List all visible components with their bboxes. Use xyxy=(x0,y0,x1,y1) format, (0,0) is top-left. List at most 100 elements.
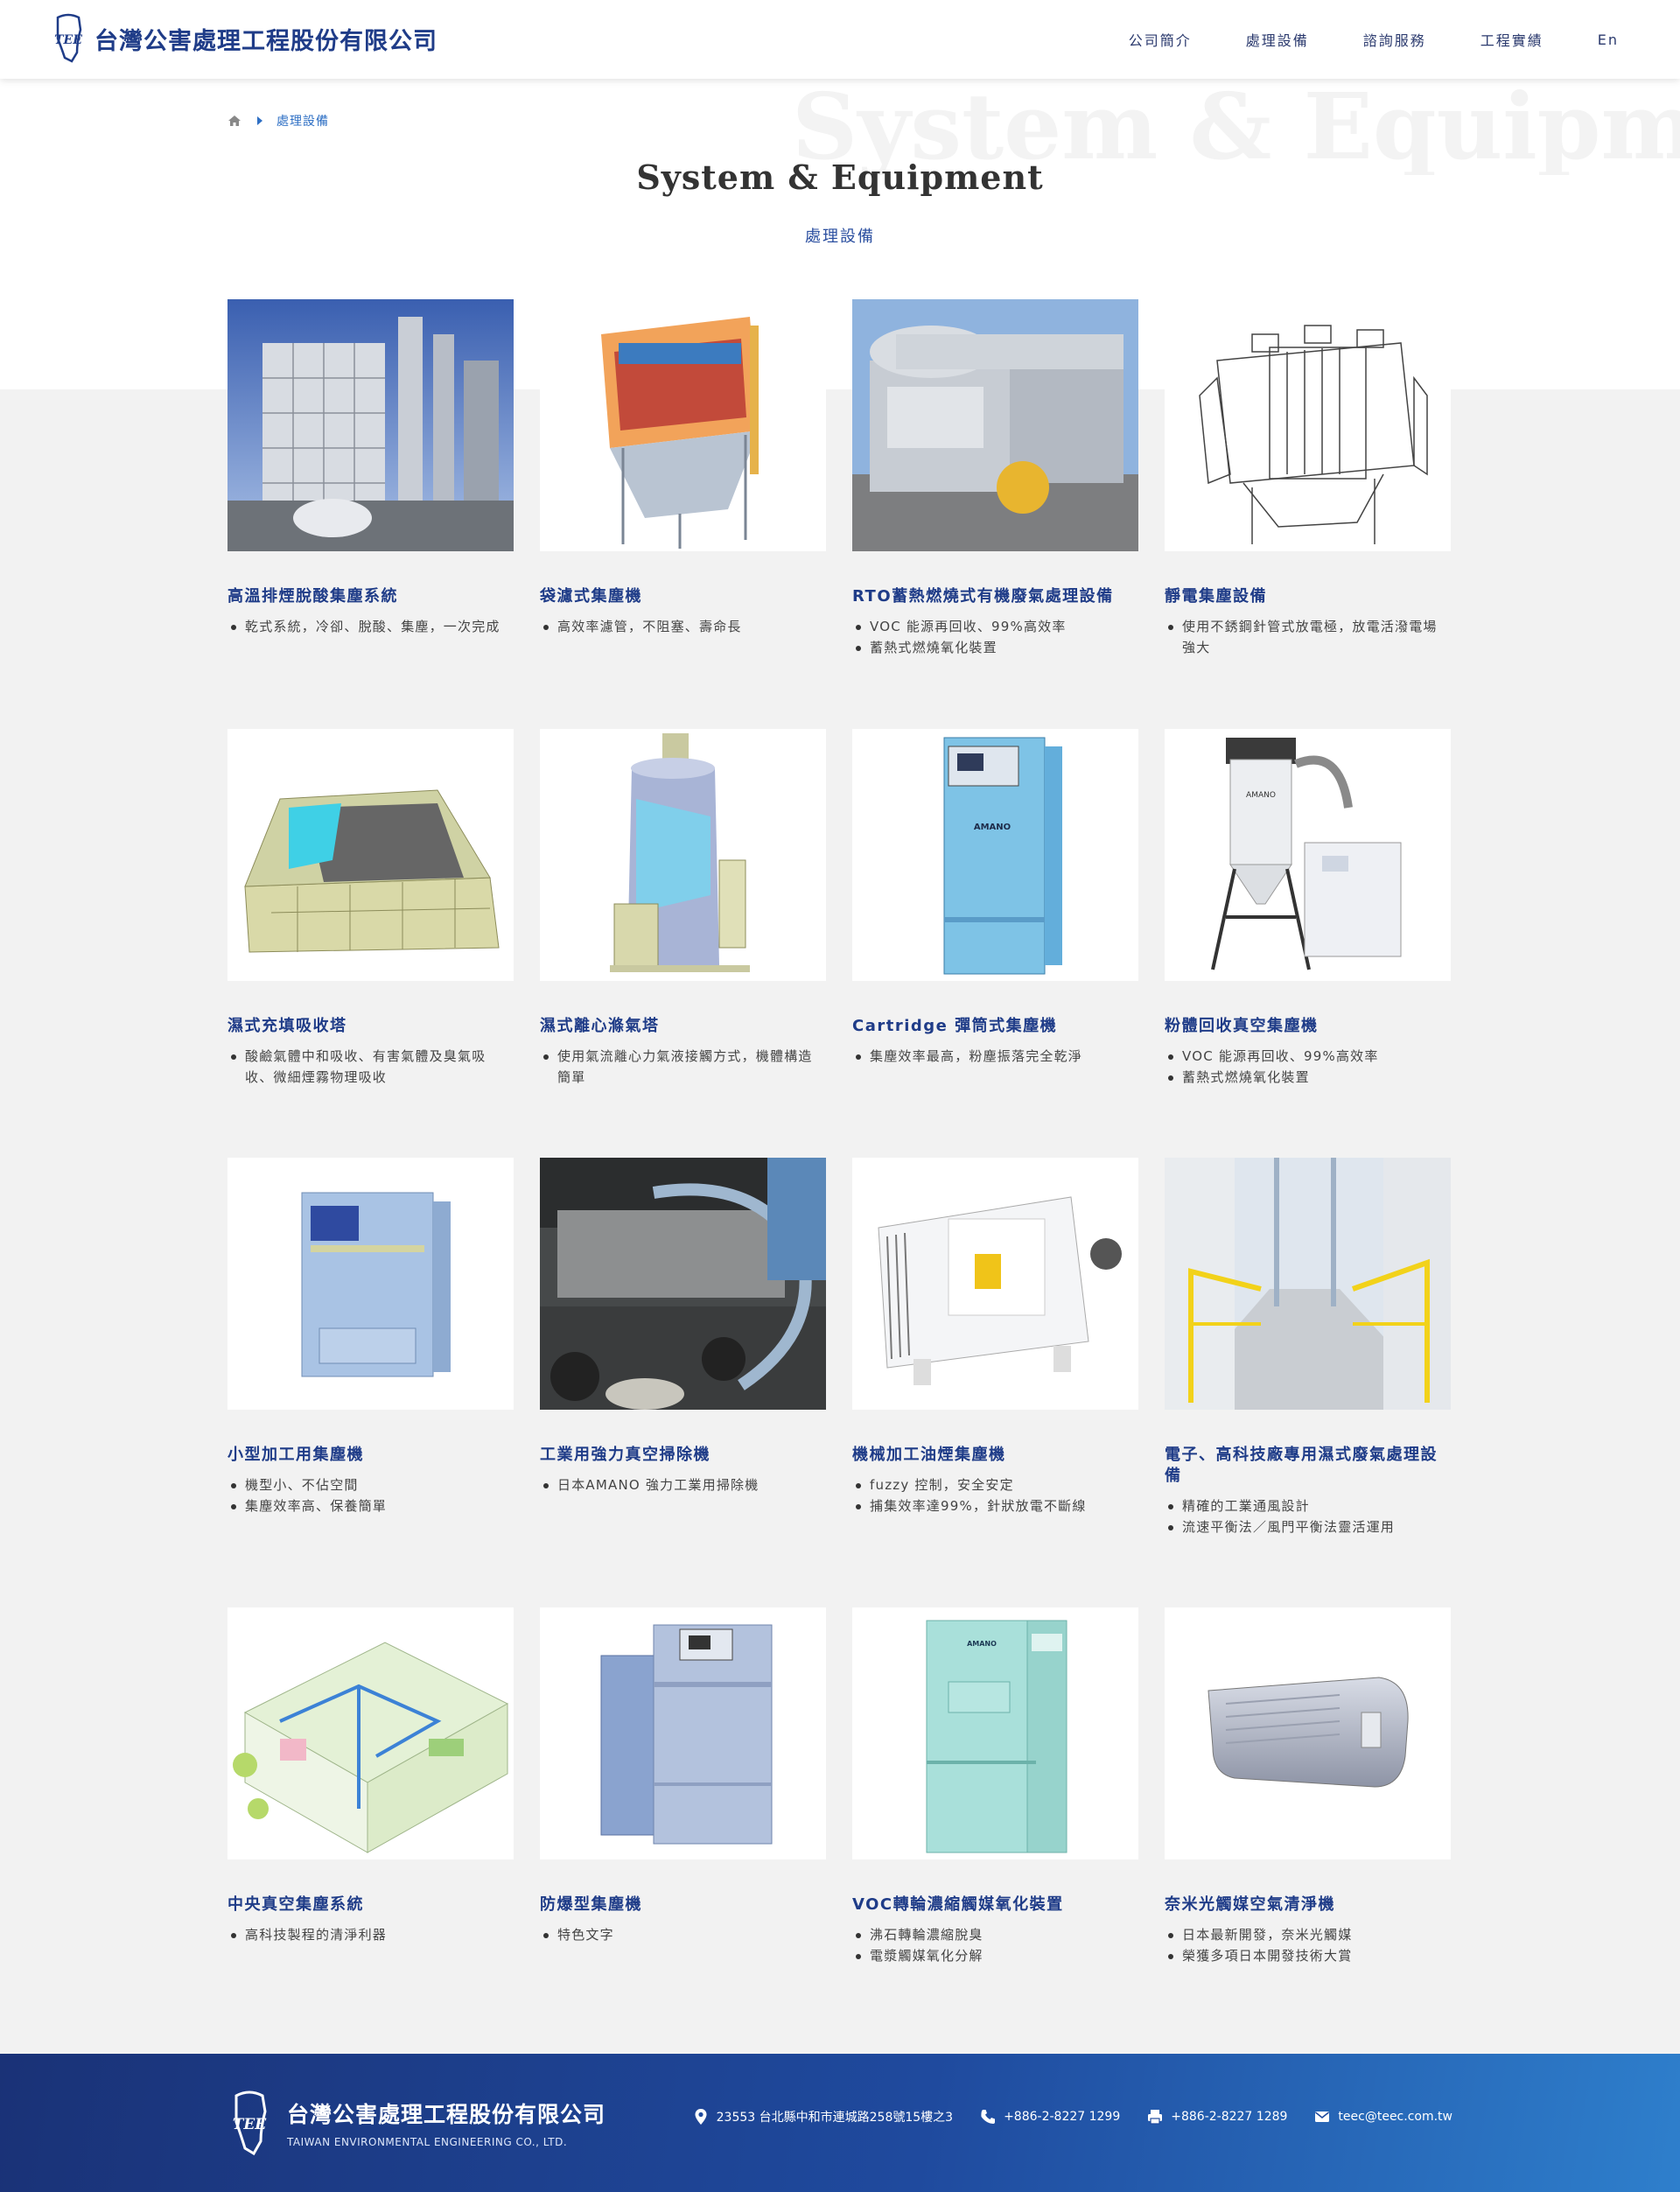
feature-item: VOC 能源再回收、99%高效率 xyxy=(1165,1046,1451,1067)
product-title[interactable]: RTO蓄熱燃燒式有機廢氣處理設備 xyxy=(852,586,1138,607)
product-image[interactable] xyxy=(540,299,826,551)
feature-item: 日本最新開發，奈米光觸媒 xyxy=(1165,1924,1451,1945)
feature-item: 沸石轉輪濃縮脫臭 xyxy=(852,1924,1138,1945)
nav-about[interactable]: 公司簡介 xyxy=(1129,29,1192,50)
product-features: 使用不銹鋼針管式放電極，放電活潑電場強大 xyxy=(1165,616,1451,658)
phone-text[interactable]: +886-2-8227 1299 xyxy=(1004,2110,1120,2124)
product-features: 機型小、不佔空間 集塵效率高、保養簡單 xyxy=(228,1474,514,1516)
envelope-icon xyxy=(1315,2111,1330,2122)
product-image[interactable] xyxy=(1165,299,1451,551)
feature-item: 乾式系統，冷卻、脫酸、集塵，一次完成 xyxy=(228,616,514,637)
product-card[interactable]: 小型加工用集塵機 機型小、不佔空間 集塵效率高、保養簡單 xyxy=(228,1158,514,1516)
product-title[interactable]: 濕式充填吸收塔 xyxy=(228,1016,514,1037)
feature-item: 高科技製程的清淨利器 xyxy=(228,1924,514,1945)
product-card[interactable]: 中央真空集塵系統 高科技製程的清淨利器 xyxy=(228,1607,514,1945)
small-dust-collector-photo xyxy=(228,1158,514,1410)
nav-english[interactable]: En xyxy=(1598,32,1619,48)
footer-phone[interactable]: +886-2-8227 1299 xyxy=(979,2108,1120,2125)
centrifugal-scrubber-render xyxy=(540,729,826,981)
product-image[interactable] xyxy=(540,1158,826,1410)
feature-item: 精確的工業通風設計 xyxy=(1165,1495,1451,1516)
site-logo[interactable]: TEE 台灣公害處理工程股份有限公司 xyxy=(51,12,438,65)
product-title[interactable]: 小型加工用集塵機 xyxy=(228,1445,514,1466)
location-pin-icon xyxy=(695,2109,707,2125)
product-features: 高效率濾管，不阻塞、壽命長 xyxy=(540,616,826,637)
product-image[interactable] xyxy=(1165,1607,1451,1859)
product-features: 乾式系統，冷卻、脫酸、集塵，一次完成 xyxy=(228,616,514,637)
product-title[interactable]: VOC轉輪濃縮觸媒氧化裝置 xyxy=(852,1894,1138,1915)
feature-item: 高效率濾管，不阻塞、壽命長 xyxy=(540,616,826,637)
nav-equipment[interactable]: 處理設備 xyxy=(1246,29,1309,50)
product-card[interactable]: 濕式離心滌氣塔 使用氣流離心力氣液接觸方式，機體構造簡單 xyxy=(540,729,826,1088)
feature-item: 蓄熱式燃燒氧化裝置 xyxy=(852,637,1138,658)
product-title[interactable]: 工業用強力真空掃除機 xyxy=(540,1445,826,1466)
product-title[interactable]: 中央真空集塵系統 xyxy=(228,1894,514,1915)
product-image[interactable] xyxy=(228,1607,514,1859)
product-features: 使用氣流離心力氣液接觸方式，機體構造簡單 xyxy=(540,1046,826,1088)
product-image[interactable] xyxy=(1165,1158,1451,1410)
product-title[interactable]: 靜電集塵設備 xyxy=(1165,586,1451,607)
product-card[interactable]: 濕式充填吸收塔 酸鹼氣體中和吸收、有害氣體及臭氣吸收、微細煙霧物理吸收 xyxy=(228,729,514,1088)
product-card[interactable]: 高溫排煙脫酸集塵系統 乾式系統，冷卻、脫酸、集塵，一次完成 xyxy=(228,299,514,637)
product-card[interactable]: 工業用強力真空掃除機 日本AMANO 強力工業用掃除機 xyxy=(540,1158,826,1495)
product-title[interactable]: 機械加工油煙集塵機 xyxy=(852,1445,1138,1466)
page-title: System & Equipment xyxy=(636,158,1044,197)
product-image[interactable] xyxy=(852,299,1138,551)
product-card[interactable]: 袋濾式集塵機 高效率濾管，不阻塞、壽命長 xyxy=(540,299,826,637)
product-image[interactable]: AMANO xyxy=(852,1607,1138,1859)
footer-email[interactable]: teec@teec.com.tw xyxy=(1313,2108,1452,2125)
product-card[interactable]: AMANO VOC轉輪濃縮觸媒氧化裝置 沸石轉輪濃縮脫臭 電漿觸媒氧化分解 xyxy=(852,1607,1138,1966)
product-image[interactable] xyxy=(852,1158,1138,1410)
product-image[interactable]: AMANO xyxy=(852,729,1138,981)
oil-mist-collector-photo xyxy=(852,1158,1138,1410)
product-card[interactable]: 電子、高科技廠專用濕式廢氣處理設備 精確的工業通風設計 流速平衡法／風門平衡法靈… xyxy=(1165,1158,1451,1537)
product-title[interactable]: 防爆型集塵機 xyxy=(540,1894,826,1915)
photocatalyst-purifier-photo xyxy=(1165,1607,1451,1859)
svg-text:TEE: TEE xyxy=(233,2116,268,2133)
feature-item: 特色文字 xyxy=(540,1924,826,1945)
product-card[interactable]: 機械加工油煙集塵機 fuzzy 控制，安全安定 捕集效率達99%，針狀放電不斷線 xyxy=(852,1158,1138,1516)
product-card[interactable]: 奈米光觸媒空氣清淨機 日本最新開發，奈米光觸媒 榮獲多項日本開發技術大賞 xyxy=(1165,1607,1451,1966)
product-card[interactable]: AMANO 粉體回收真空集塵機 VOC 能源再回收、99%高效率 蓄熱式燃燒氧化… xyxy=(1165,729,1451,1088)
fax-text: +886-2-8227 1289 xyxy=(1171,2110,1288,2124)
breadcrumb: 處理設備 xyxy=(228,112,329,130)
email-text[interactable]: teec@teec.com.tw xyxy=(1338,2110,1452,2124)
product-features: 高科技製程的清淨利器 xyxy=(228,1924,514,1945)
product-features: VOC 能源再回收、99%高效率 蓄熱式燃燒氧化裝置 xyxy=(852,616,1138,658)
product-title[interactable]: Cartridge 彈筒式集塵機 xyxy=(852,1016,1138,1037)
feature-item: VOC 能源再回收、99%高效率 xyxy=(852,616,1138,637)
feature-item: 集塵效率高、保養簡單 xyxy=(228,1495,514,1516)
product-image[interactable] xyxy=(540,1607,826,1859)
powder-vacuum-collector-photo: AMANO xyxy=(1165,729,1451,981)
feature-item: 使用不銹鋼針管式放電極，放電活潑電場強大 xyxy=(1165,616,1451,658)
product-card[interactable]: RTO蓄熱燃燒式有機廢氣處理設備 VOC 能源再回收、99%高效率 蓄熱式燃燒氧… xyxy=(852,299,1138,658)
product-title[interactable]: 粉體回收真空集塵機 xyxy=(1165,1016,1451,1037)
product-title[interactable]: 袋濾式集塵機 xyxy=(540,586,826,607)
product-image[interactable]: AMANO xyxy=(1165,729,1451,981)
high-temp-flue-gas-plant-photo xyxy=(228,299,514,551)
svg-text:AMANO: AMANO xyxy=(974,823,1011,832)
product-features: 精確的工業通風設計 流速平衡法／風門平衡法靈活運用 xyxy=(1165,1495,1451,1537)
product-features: fuzzy 控制，安全安定 捕集效率達99%，針狀放電不斷線 xyxy=(852,1474,1138,1516)
product-title[interactable]: 高溫排煙脫酸集塵系統 xyxy=(228,586,514,607)
product-image[interactable] xyxy=(228,299,514,551)
nav-consulting[interactable]: 諮詢服務 xyxy=(1363,29,1426,50)
product-image[interactable] xyxy=(228,1158,514,1410)
feature-item: 電漿觸媒氧化分解 xyxy=(852,1945,1138,1966)
product-title[interactable]: 電子、高科技廠專用濕式廢氣處理設備 xyxy=(1165,1445,1451,1487)
product-card[interactable]: 靜電集塵設備 使用不銹鋼針管式放電極，放電活潑電場強大 xyxy=(1165,299,1451,658)
product-card[interactable]: 防爆型集塵機 特色文字 xyxy=(540,1607,826,1945)
product-image[interactable] xyxy=(540,729,826,981)
product-image[interactable] xyxy=(228,729,514,981)
footer-fax: +886-2-8227 1289 xyxy=(1146,2108,1287,2125)
footer-logo[interactable]: TEE 台灣公害處理工程股份有限公司 TAIWAN ENVIRONMENTAL … xyxy=(228,2089,606,2157)
product-title[interactable]: 奈米光觸媒空氣清淨機 xyxy=(1165,1894,1451,1915)
feature-item: 捕集效率達99%，針狀放電不斷線 xyxy=(852,1495,1138,1516)
product-card[interactable]: AMANO Cartridge 彈筒式集塵機 集塵效率最高，粉塵振落完全乾淨 xyxy=(852,729,1138,1067)
nav-projects[interactable]: 工程實績 xyxy=(1480,29,1544,50)
teec-logo-icon: TEE xyxy=(54,13,82,63)
product-title[interactable]: 濕式離心滌氣塔 xyxy=(540,1016,826,1037)
breadcrumb-current[interactable]: 處理設備 xyxy=(276,112,329,130)
home-icon[interactable] xyxy=(228,115,242,127)
footer-contacts: 23553 台北縣中和市連城路258號15樓之3 +886-2-8227 129… xyxy=(666,2108,1452,2125)
